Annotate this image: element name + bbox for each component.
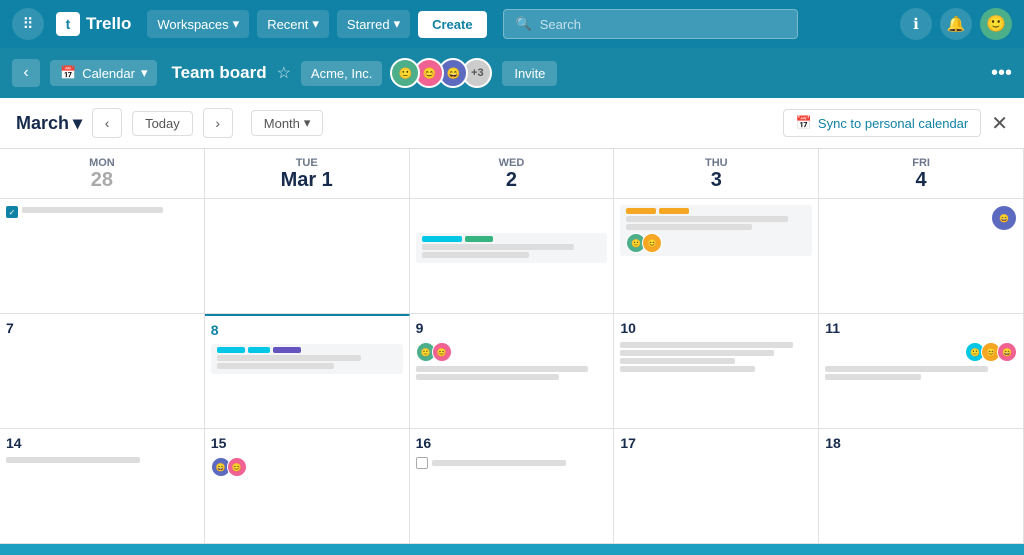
top-nav: ⠿ t Trello Workspaces ▾ Recent ▾ Starred… [0,0,1024,48]
invite-button[interactable]: Invite [502,61,557,86]
day-header-tue: Tue Mar 1 [205,149,410,199]
day-cell-14[interactable]: 14 [0,429,205,544]
day-cell-2[interactable] [410,199,615,314]
starred-menu[interactable]: Starred ▾ [337,10,410,38]
info-icon-button[interactable]: ℹ [900,8,932,40]
nav-icons: ℹ 🔔 🙂 [900,8,1012,40]
day-cell-mar1[interactable] [205,199,410,314]
event-card-tue8[interactable] [211,344,403,374]
prev-month-button[interactable]: ‹ [92,108,122,138]
sidebar-toggle[interactable]: ‹ [12,59,40,87]
workspaces-menu[interactable]: Workspaces ▾ [147,10,249,38]
day-cell-17[interactable]: 17 [614,429,819,544]
notifications-icon-button[interactable]: 🔔 [940,8,972,40]
calendar-icon: 📅 [60,65,76,81]
month-title[interactable]: March ▾ [16,113,82,134]
event-card-thu3[interactable]: 🙂 😊 [620,205,812,256]
search-icon: 🔍 [516,16,532,32]
next-month-button[interactable]: › [203,108,233,138]
board-title: Team board [171,63,266,83]
mini-avatar: 😊 [642,233,662,253]
day-cell-10[interactable]: 10 [614,314,819,429]
calendar-grid: Mon 28 Tue Mar 1 Wed 2 Thu 3 Fri 4 ✓ [0,149,1024,544]
day-cell-9[interactable]: 9 🙂 😊 [410,314,615,429]
task-item: ✓ [6,205,198,218]
chevron-down-icon: ▾ [312,16,319,32]
day-header-wed: Wed 2 [410,149,615,199]
day-cell-7[interactable]: 7 [0,314,205,429]
day-cell-8[interactable]: 8 [205,314,410,429]
day-cell-3[interactable]: 🙂 😊 [614,199,819,314]
calendar-toolbar: March ▾ ‹ Today › Month ▾ 📅 Sync to pers… [0,98,1024,149]
member-avatar-1[interactable]: 🙂 [390,58,420,88]
day-header-thu: Thu 3 [614,149,819,199]
today-button[interactable]: Today [132,111,193,136]
trello-logo-box: t [56,12,80,36]
star-button[interactable]: ☆ [277,63,291,83]
chevron-down-icon: ▾ [394,16,401,32]
workspace-chip[interactable]: Acme, Inc. [301,61,382,86]
create-button[interactable]: Create [418,11,486,38]
recent-menu[interactable]: Recent ▾ [257,10,329,38]
event-card[interactable] [416,233,608,263]
chevron-down-icon: ▾ [73,113,82,134]
search-input[interactable] [540,17,785,32]
mini-avatar: 😊 [432,342,452,362]
day-cell-15[interactable]: 15 😄 😊 [205,429,410,544]
day-cell-16[interactable]: 16 [410,429,615,544]
close-calendar-button[interactable]: ✕ [991,111,1008,136]
member-avatars: 🙂 😊 😄 +3 [396,58,492,88]
mini-avatar: 😄 [991,205,1017,231]
user-avatar[interactable]: 🙂 [980,8,1012,40]
mini-avatar: 😊 [227,457,247,477]
mini-avatar: 😄 [997,342,1017,362]
view-switcher-button[interactable]: 📅 Calendar ▾ [50,60,157,86]
day-cell-4[interactable]: 😄 [819,199,1024,314]
day-header-mon: Mon 28 [0,149,205,199]
chevron-down-icon: ▾ [304,115,311,131]
more-options-button[interactable]: ••• [991,62,1012,85]
grid-icon[interactable]: ⠿ [12,8,44,40]
day-cell-28[interactable]: ✓ [0,199,205,314]
calendar-container: March ▾ ‹ Today › Month ▾ 📅 Sync to pers… [0,98,1024,544]
day-cell-11[interactable]: 11 🙂 😊 😄 [819,314,1024,429]
search-bar[interactable]: 🔍 [503,9,798,39]
board-header: ‹ 📅 Calendar ▾ Team board ☆ Acme, Inc. 🙂… [0,48,1024,98]
day-header-fri: Fri 4 [819,149,1024,199]
chevron-down-icon: ▾ [233,16,240,32]
month-view-button[interactable]: Month ▾ [251,110,324,136]
sync-calendar-button[interactable]: 📅 Sync to personal calendar [783,109,982,137]
trello-logo[interactable]: t Trello [56,12,131,36]
trello-logo-text: Trello [86,14,131,34]
checkbox: ✓ [6,206,18,218]
day-cell-18[interactable]: 18 [819,429,1024,544]
chevron-down-icon: ▾ [141,65,148,81]
calendar-icon: 📅 [796,115,812,131]
